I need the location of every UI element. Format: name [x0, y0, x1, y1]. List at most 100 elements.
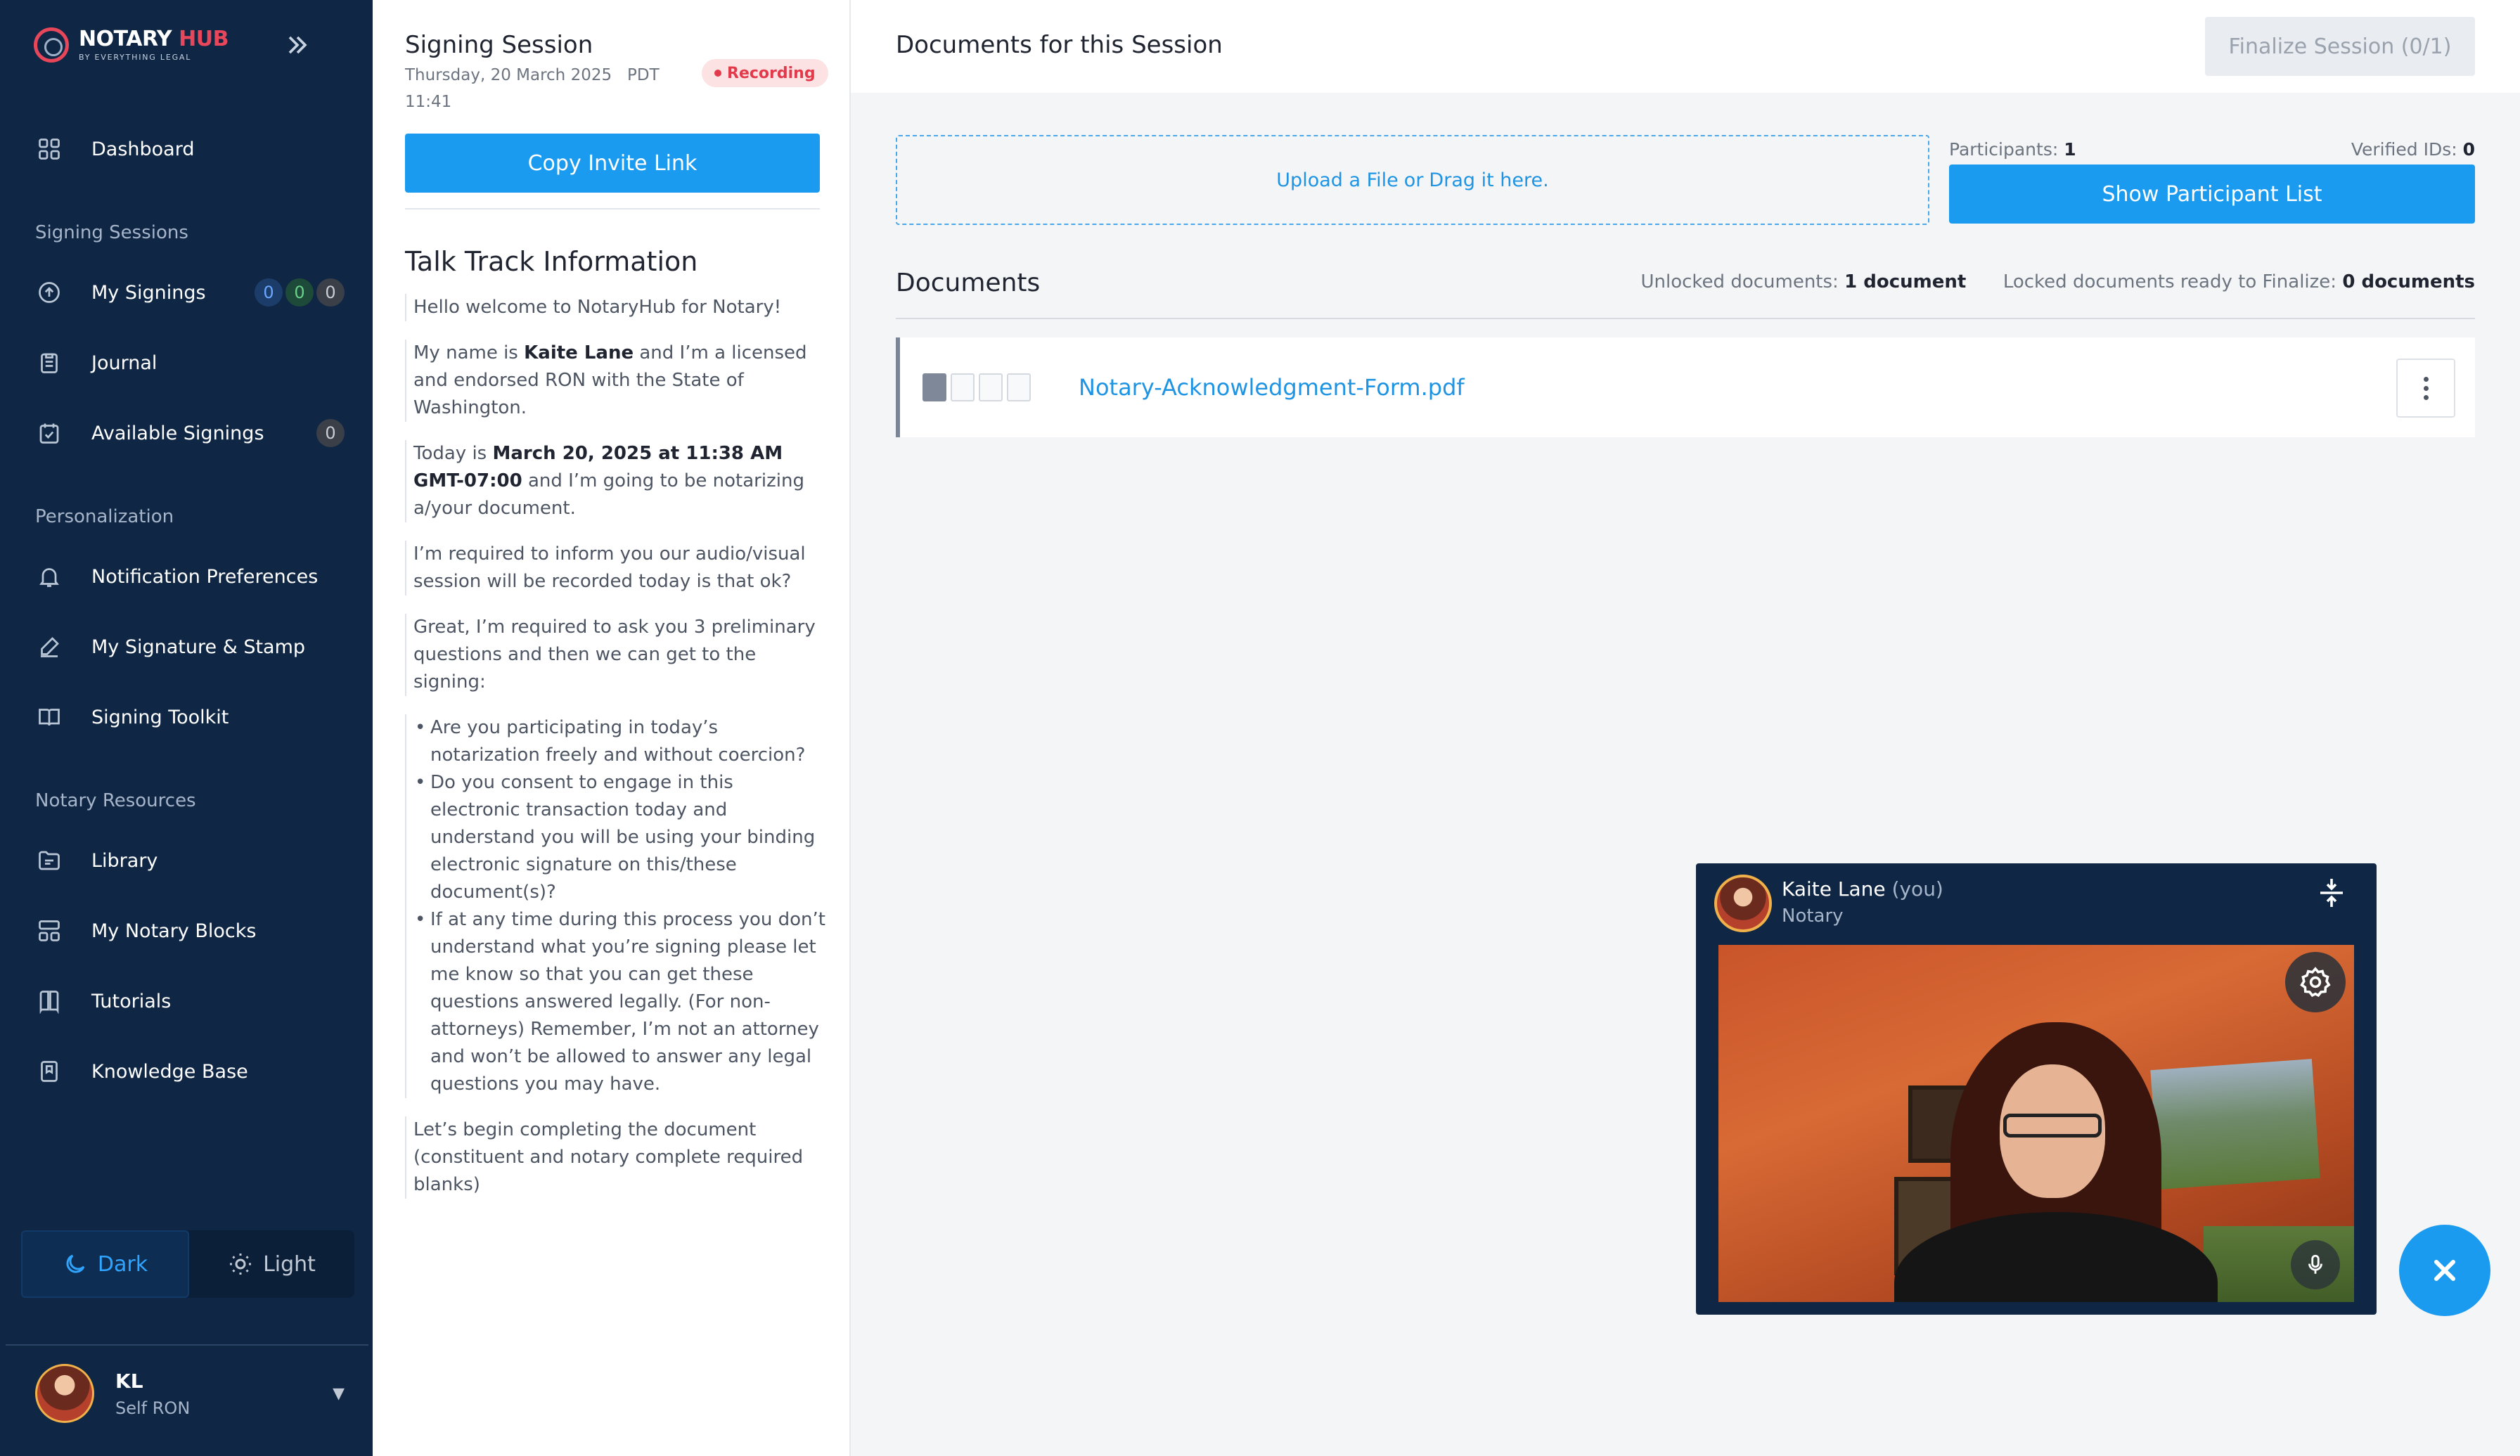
divider [6, 1344, 368, 1346]
page-title: Documents for this Session [896, 31, 1223, 59]
user-initials: KL [115, 1369, 143, 1393]
participant-role: Notary [1782, 906, 1844, 927]
theme-light-button[interactable]: Light [189, 1230, 354, 1298]
avatar [35, 1364, 94, 1423]
logo-title-main: NOTARY [79, 26, 172, 51]
document-lock-icon [1007, 373, 1031, 401]
divider [896, 318, 2475, 319]
sidebar-item-label: Journal [91, 352, 158, 374]
sidebar-item-tutorials[interactable]: Tutorials [35, 981, 345, 1021]
microphone-button[interactable] [2291, 1240, 2340, 1289]
kebab-dot-icon [2423, 376, 2429, 382]
section-title-notary-resources: Notary Resources [35, 790, 196, 811]
sidebar-item-label: Tutorials [91, 990, 172, 1012]
recording-dot-icon [714, 70, 721, 77]
sidebar-item-label: My Notary Blocks [91, 920, 257, 942]
signing-count-badges: 0 0 0 [252, 278, 345, 307]
session-timezone: PDT [627, 66, 660, 84]
bell-icon [35, 562, 63, 591]
document-status-icons [922, 373, 1035, 401]
show-participant-list-button[interactable]: Show Participant List [1949, 165, 2475, 224]
sidebar-item-signing-toolkit[interactable]: Signing Toolkit [35, 697, 345, 737]
session-panel: Signing Session Thursday, 20 March 2025 … [373, 0, 851, 1456]
sidebar-item-label: Dashboard [91, 138, 195, 160]
sidebar: NOTARY HUB BY EVERYTHING LEGAL Dashboard… [0, 0, 373, 1456]
list-item: Do you consent to engage in this electro… [413, 769, 827, 906]
section-title-signing-sessions: Signing Sessions [35, 222, 188, 243]
list-item: If at any time during this process you d… [413, 906, 827, 1098]
gear-icon [2300, 967, 2331, 998]
document-more-menu-button[interactable] [2396, 359, 2455, 418]
session-datetime: Thursday, 20 March 2025 PDT 11:41 [405, 62, 672, 115]
kebab-dot-icon [2423, 385, 2429, 391]
user-menu[interactable]: KL Self RON ▼ [35, 1358, 345, 1429]
caret-down-icon: ▼ [333, 1385, 345, 1403]
video-settings-button[interactable] [2285, 952, 2346, 1012]
theme-dark-label: Dark [97, 1251, 148, 1277]
recording-badge: Recording [702, 59, 828, 87]
theme-toggle: Dark Light [21, 1230, 354, 1298]
sidebar-item-journal[interactable]: Journal [35, 343, 345, 382]
sidebar-item-dashboard[interactable]: Dashboard [35, 129, 345, 169]
upload-file-link[interactable]: Upload a File [1276, 169, 1399, 191]
divider [405, 208, 820, 210]
folder-icon [35, 846, 63, 875]
sidebar-item-signature-stamp[interactable]: My Signature & Stamp [35, 627, 345, 666]
verified-ids-count: Verified IDs: 0 [2351, 139, 2475, 160]
notaryhub-logo[interactable]: NOTARY HUB BY EVERYTHING LEGAL [34, 22, 229, 67]
document-row[interactable]: Notary-Acknowledgment-Form.pdf [896, 337, 2475, 437]
sidebar-item-notary-blocks[interactable]: My Notary Blocks [35, 911, 345, 951]
blocks-icon [35, 917, 63, 945]
sidebar-item-knowledge-base[interactable]: Knowledge Base [35, 1052, 345, 1091]
sidebar-item-label: Library [91, 849, 158, 872]
participant-avatar [1714, 875, 1772, 932]
moon-icon [66, 1254, 85, 1273]
list-item: Are you participating in today’s notariz… [413, 714, 827, 769]
kebab-dot-icon [2423, 394, 2429, 400]
document-page-icon [951, 373, 975, 401]
talk-track-body: Hello welcome to NotaryHub for Notary! M… [405, 294, 827, 1217]
upload-circle-icon [35, 278, 63, 307]
logo-subtitle: BY EVERYTHING LEGAL [79, 52, 192, 62]
video-feed [1718, 945, 2354, 1302]
collapse-video-button[interactable] [2315, 876, 2348, 910]
sidebar-item-label: Notification Preferences [91, 565, 319, 588]
copy-invite-link-button[interactable]: Copy Invite Link [405, 134, 820, 193]
sidebar-item-label: Signing Toolkit [91, 706, 229, 728]
sun-icon [230, 1254, 252, 1275]
calendar-check-icon [35, 419, 63, 447]
video-call-card: Kaite Lane (you) Notary [1696, 863, 2377, 1315]
sidebar-item-my-signings[interactable]: My Signings 0 0 0 [35, 273, 345, 312]
finalize-session-button[interactable]: Finalize Session (0/1) [2205, 17, 2475, 76]
upload-or-text: or [1403, 169, 1424, 191]
sidebar-item-label: My Signings [91, 281, 206, 304]
sidebar-item-label: My Signature & Stamp [91, 636, 306, 658]
close-icon [2434, 1260, 2455, 1281]
count-badge-gray: 0 [316, 278, 345, 307]
count-badge-blue: 0 [255, 278, 283, 307]
talk-paragraph: I’m required to inform you our audio/vis… [405, 541, 827, 595]
book-icon [35, 987, 63, 1015]
microphone-icon [2308, 1254, 2322, 1274]
bookmark-icon [35, 1057, 63, 1085]
sidebar-item-notification-preferences[interactable]: Notification Preferences [35, 557, 345, 596]
talk-track-title: Talk Track Information [405, 246, 698, 277]
sidebar-item-library[interactable]: Library [35, 841, 345, 880]
sidebar-item-available-signings[interactable]: Available Signings 0 [35, 413, 345, 453]
book-open-icon [35, 703, 63, 731]
session-time: 11:41 [405, 93, 452, 111]
document-file-icon [922, 373, 946, 401]
document-image-icon [979, 373, 1003, 401]
collapse-sidebar-button[interactable] [280, 30, 315, 60]
upload-dropzone[interactable]: Upload a File or Drag it here. [896, 135, 1929, 225]
pen-icon [35, 633, 63, 661]
close-video-button[interactable] [2399, 1225, 2490, 1316]
unlocked-count: 1 document [1844, 271, 1967, 292]
document-name-link[interactable]: Notary-Acknowledgment-Form.pdf [1079, 374, 1465, 401]
participant-name: Kaite Lane (you) [1782, 877, 1943, 901]
talk-paragraph: My name is Kaite Lane and I’m a licensed… [405, 340, 827, 422]
theme-dark-button[interactable]: Dark [21, 1230, 189, 1298]
section-title-personalization: Personalization [35, 506, 174, 527]
collapse-vertical-icon [2320, 879, 2343, 907]
participants-count: Participants: 1 [1949, 139, 2076, 160]
